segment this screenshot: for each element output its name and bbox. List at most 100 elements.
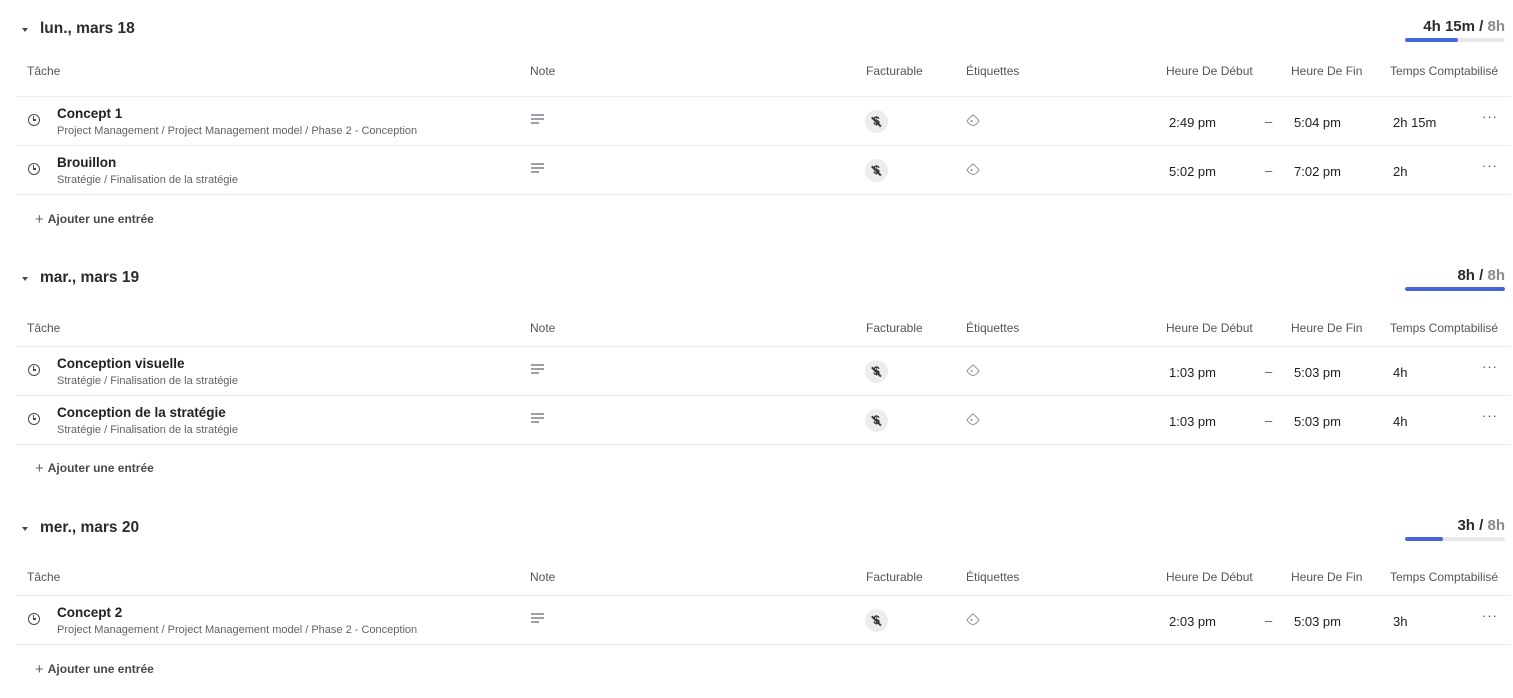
duration[interactable]: 2h 15m xyxy=(1393,115,1436,130)
day-progress-bar xyxy=(1405,287,1505,291)
note-icon[interactable] xyxy=(531,114,544,124)
end-time[interactable]: 5:03 pm xyxy=(1294,414,1341,429)
duration[interactable]: 3h xyxy=(1393,614,1407,629)
column-header-note: Note xyxy=(530,64,556,78)
task-path: Stratégie / Finalisation de la stratégie xyxy=(57,424,238,436)
collapse-caret-icon[interactable] xyxy=(22,28,28,32)
day-title: mar., mars 19 xyxy=(40,269,140,286)
day-group: lun., mars 18 4h 15m / 8h Tâche Note Fac… xyxy=(0,16,1513,236)
collapse-caret-icon[interactable] xyxy=(22,527,28,531)
end-time[interactable]: 5:03 pm xyxy=(1294,365,1341,380)
tag-icon[interactable] xyxy=(965,412,981,428)
time-entry-row[interactable]: Brouillon Stratégie / Finalisation de la… xyxy=(16,146,1511,195)
tag-icon[interactable] xyxy=(965,113,981,129)
column-header-billable: Facturable xyxy=(866,570,923,584)
day-progress-fill xyxy=(1405,38,1458,42)
end-time[interactable]: 7:02 pm xyxy=(1294,164,1341,179)
clock-icon xyxy=(28,114,40,126)
task-name[interactable]: Concept 2 xyxy=(57,605,122,620)
time-separator: – xyxy=(1265,163,1273,178)
billable-toggle-icon[interactable]: $ xyxy=(865,609,888,632)
plus-icon: + xyxy=(35,211,44,228)
target-time: 8h xyxy=(1487,267,1505,284)
task-path: Project Management / Project Management … xyxy=(57,624,418,636)
duration[interactable]: 2h xyxy=(1393,164,1407,179)
clock-icon xyxy=(28,163,40,175)
start-time[interactable]: 2:49 pm xyxy=(1169,115,1216,130)
time-entry-row[interactable]: Conception de la stratégie Stratégie / F… xyxy=(16,396,1511,445)
plus-icon: + xyxy=(35,460,44,477)
tag-icon[interactable] xyxy=(965,162,981,178)
clock-icon xyxy=(28,413,40,425)
column-header-tags: Étiquettes xyxy=(966,570,1020,584)
more-options-icon[interactable]: ··· xyxy=(1482,109,1498,124)
day-title: mer., mars 20 xyxy=(40,519,140,536)
add-entry-button[interactable]: + Ajouter une entrée xyxy=(35,459,154,477)
day-title: lun., mars 18 xyxy=(40,20,135,37)
billable-toggle-icon[interactable]: $ xyxy=(865,360,888,383)
column-header-end: Heure De Fin xyxy=(1291,321,1363,335)
logged-time: 3h xyxy=(1457,517,1475,534)
task-path: Stratégie / Finalisation de la stratégie xyxy=(57,174,238,186)
note-icon[interactable] xyxy=(531,413,544,423)
duration[interactable]: 4h xyxy=(1393,414,1407,429)
column-header-tags: Étiquettes xyxy=(966,64,1020,78)
clock-icon xyxy=(28,364,40,376)
task-path: Project Management / Project Management … xyxy=(57,125,418,137)
day-progress-bar xyxy=(1405,537,1505,541)
column-header-task: Tâche xyxy=(27,570,61,584)
column-header-end: Heure De Fin xyxy=(1291,64,1363,78)
task-path: Stratégie / Finalisation de la stratégie xyxy=(57,375,238,387)
column-header-billable: Facturable xyxy=(866,321,923,335)
collapse-caret-icon[interactable] xyxy=(22,277,28,281)
duration[interactable]: 4h xyxy=(1393,365,1407,380)
column-header-task: Tâche xyxy=(27,321,61,335)
billable-toggle-icon[interactable]: $ xyxy=(865,159,888,182)
task-name[interactable]: Conception de la stratégie xyxy=(57,405,226,420)
add-entry-button[interactable]: + Ajouter une entrée xyxy=(35,660,154,678)
note-icon[interactable] xyxy=(531,163,544,173)
day-group: mer., mars 20 3h / 8h Tâche Note Factura… xyxy=(0,515,1513,695)
billable-toggle-icon[interactable]: $ xyxy=(865,409,888,432)
end-time[interactable]: 5:03 pm xyxy=(1294,614,1341,629)
more-options-icon[interactable]: ··· xyxy=(1482,158,1498,173)
time-entry-row[interactable]: Concept 2 Project Management / Project M… xyxy=(16,596,1511,645)
tag-icon[interactable] xyxy=(965,612,981,628)
add-entry-label: Ajouter une entrée xyxy=(47,461,154,475)
day-header: mer., mars 20 3h / 8h xyxy=(0,515,1513,545)
column-header-start: Heure De Début xyxy=(1166,570,1253,584)
start-time[interactable]: 1:03 pm xyxy=(1169,414,1216,429)
day-total: 3h / 8h xyxy=(1457,517,1505,534)
column-header-end: Heure De Fin xyxy=(1291,570,1363,584)
day-header: mar., mars 19 8h / 8h xyxy=(0,265,1513,295)
more-options-icon[interactable]: ··· xyxy=(1482,408,1498,423)
clock-icon xyxy=(28,613,40,625)
column-header-duration: Temps Comptabilisé xyxy=(1390,64,1499,78)
time-entry-row[interactable]: Conception visuelle Stratégie / Finalisa… xyxy=(16,347,1511,396)
more-options-icon[interactable]: ··· xyxy=(1482,608,1498,623)
day-progress-bar xyxy=(1405,38,1505,42)
start-time[interactable]: 5:02 pm xyxy=(1169,164,1216,179)
time-separator: – xyxy=(1265,114,1273,129)
task-name[interactable]: Conception visuelle xyxy=(57,356,185,371)
start-time[interactable]: 1:03 pm xyxy=(1169,365,1216,380)
column-header-tags: Étiquettes xyxy=(966,321,1020,335)
time-entry-row[interactable]: Concept 1 Project Management / Project M… xyxy=(16,97,1511,146)
time-separator: – xyxy=(1265,413,1273,428)
column-header-duration: Temps Comptabilisé xyxy=(1390,321,1499,335)
add-entry-label: Ajouter une entrée xyxy=(47,212,154,226)
billable-toggle-icon[interactable]: $ xyxy=(865,110,888,133)
add-entry-button[interactable]: + Ajouter une entrée xyxy=(35,210,154,228)
logged-time: 4h 15m xyxy=(1423,18,1475,35)
time-separator: – xyxy=(1265,364,1273,379)
start-time[interactable]: 2:03 pm xyxy=(1169,614,1216,629)
tag-icon[interactable] xyxy=(965,363,981,379)
note-icon[interactable] xyxy=(531,613,544,623)
column-header-start: Heure De Début xyxy=(1166,321,1253,335)
column-header-billable: Facturable xyxy=(866,64,923,78)
note-icon[interactable] xyxy=(531,364,544,374)
end-time[interactable]: 5:04 pm xyxy=(1294,115,1341,130)
task-name[interactable]: Brouillon xyxy=(57,155,116,170)
more-options-icon[interactable]: ··· xyxy=(1482,359,1498,374)
task-name[interactable]: Concept 1 xyxy=(57,106,122,121)
